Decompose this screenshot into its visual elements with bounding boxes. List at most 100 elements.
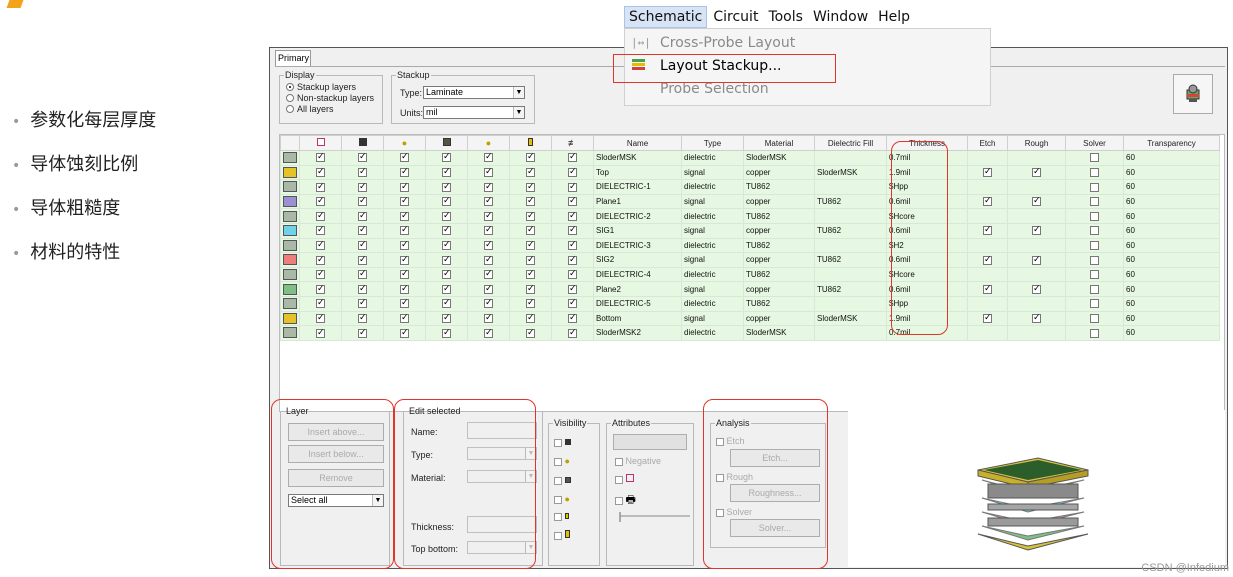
radio-stackup-layers[interactable]: Stackup layers xyxy=(286,82,382,93)
visibility-cell[interactable] xyxy=(509,150,552,166)
visibility-cell[interactable] xyxy=(551,164,594,181)
table-row[interactable]: DIELECTRIC-5dielectricTU862$Hpp60 xyxy=(280,295,1220,312)
visibility-cell[interactable] xyxy=(425,252,468,268)
solver-cell[interactable] xyxy=(1065,295,1124,312)
visibility-checkbox[interactable] xyxy=(484,181,493,192)
solver-checkbox[interactable] xyxy=(1090,284,1099,294)
name-cell[interactable]: Plane2 xyxy=(593,281,682,297)
visibility-checkbox[interactable] xyxy=(442,195,451,207)
name-cell[interactable]: Plane1 xyxy=(593,193,682,210)
column-header-dielectric-fill[interactable]: Dielectric Fill xyxy=(814,135,887,151)
solver-checkbox[interactable] xyxy=(1090,197,1099,207)
visibility-checkbox[interactable] xyxy=(400,166,409,178)
solver-cell[interactable] xyxy=(1065,150,1124,166)
dielectric-fill-cell[interactable]: TU862 xyxy=(814,193,887,210)
solver-checkbox[interactable] xyxy=(1090,314,1099,324)
rough-cell[interactable] xyxy=(1007,179,1066,195)
layer-color-cell[interactable] xyxy=(280,295,300,312)
solver-checkbox[interactable] xyxy=(1090,153,1099,163)
layer-color-cell[interactable] xyxy=(280,252,300,268)
dielectric-fill-cell[interactable] xyxy=(814,266,887,283)
visibility-checkbox[interactable] xyxy=(568,312,577,324)
visibility-cell[interactable] xyxy=(299,179,342,195)
visibility-cell[interactable] xyxy=(467,281,510,297)
etch-cell[interactable] xyxy=(967,193,1008,210)
solver-cell[interactable] xyxy=(1065,208,1124,224)
etch-cell[interactable] xyxy=(967,164,1008,181)
transparency-cell[interactable]: 60 xyxy=(1123,252,1220,268)
visibility-checkbox[interactable] xyxy=(358,166,367,178)
solver-checkbox[interactable] xyxy=(1090,328,1099,338)
visibility-checkbox[interactable] xyxy=(316,151,325,163)
visibility-cell[interactable] xyxy=(551,222,594,239)
material-cell[interactable]: TU862 xyxy=(743,295,815,312)
type-cell[interactable]: signal xyxy=(681,193,744,210)
visibility-cell[interactable] xyxy=(509,222,552,239)
visibility-cell[interactable] xyxy=(383,179,426,195)
solver-cell[interactable] xyxy=(1065,164,1124,181)
visibility-checkbox[interactable] xyxy=(568,195,577,207)
visibility-checkbox[interactable] xyxy=(526,268,535,280)
name-cell[interactable]: SloderMSK xyxy=(593,150,682,166)
rough-cell[interactable] xyxy=(1007,281,1066,297)
column-header-etch[interactable]: Etch xyxy=(967,135,1008,151)
visibility-checkbox[interactable] xyxy=(568,210,577,221)
visibility-checkbox[interactable] xyxy=(400,254,409,265)
rough-checkbox[interactable] xyxy=(1032,254,1041,265)
column-header-rough[interactable]: Rough xyxy=(1007,135,1066,151)
visibility-checkbox[interactable] xyxy=(316,254,325,265)
visibility-cell[interactable] xyxy=(341,208,384,224)
rough-checkbox[interactable] xyxy=(1032,283,1041,294)
units-select[interactable]: mil ▼ xyxy=(423,106,525,119)
type-cell[interactable]: dielectric xyxy=(681,179,744,195)
visibility-cell[interactable] xyxy=(383,193,426,210)
rough-cell[interactable] xyxy=(1007,295,1066,312)
visibility-cell[interactable] xyxy=(467,164,510,181)
visibility-checkbox[interactable] xyxy=(484,166,493,178)
visibility-checkbox[interactable] xyxy=(526,239,535,251)
column-header-icon[interactable]: ● xyxy=(467,135,510,151)
dielectric-fill-cell[interactable] xyxy=(814,208,887,224)
visibility-cell[interactable] xyxy=(341,295,384,312)
visibility-cell[interactable] xyxy=(341,281,384,297)
visibility-cell[interactable] xyxy=(341,179,384,195)
etch-cell[interactable] xyxy=(967,281,1008,297)
visibility-checkbox[interactable] xyxy=(442,297,451,309)
solver-checkbox[interactable] xyxy=(1090,168,1099,178)
table-row[interactable]: BottomsignalcopperSloderMSK1.9mil60 xyxy=(280,310,1220,327)
visibility-checkbox[interactable] xyxy=(400,195,409,207)
rough-cell[interactable] xyxy=(1007,164,1066,181)
visibility-checkbox[interactable] xyxy=(442,254,451,265)
visibility-cell[interactable] xyxy=(341,252,384,268)
visibility-cell[interactable] xyxy=(425,164,468,181)
material-cell[interactable]: copper xyxy=(743,281,815,297)
table-row[interactable]: TopsignalcopperSloderMSK1.9mil60 xyxy=(280,164,1220,181)
visibility-pad-toggle[interactable] xyxy=(554,475,571,485)
rough-checkbox[interactable] xyxy=(1032,166,1041,178)
visibility-via-toggle[interactable]: ● xyxy=(554,456,570,466)
solver-cell[interactable] xyxy=(1065,325,1124,341)
visibility-cell[interactable] xyxy=(467,222,510,239)
visibility-cell[interactable] xyxy=(425,222,468,239)
visibility-cell[interactable] xyxy=(383,310,426,327)
visibility-cell[interactable] xyxy=(341,310,384,327)
attributes-button[interactable] xyxy=(613,434,687,450)
etch-cell[interactable] xyxy=(967,222,1008,239)
rough-checkbox[interactable] xyxy=(1032,224,1041,236)
etch-cell[interactable] xyxy=(967,237,1008,254)
visibility-checkbox[interactable] xyxy=(400,312,409,324)
transparency-cell[interactable]: 60 xyxy=(1123,150,1220,166)
visibility-cell[interactable] xyxy=(551,310,594,327)
layer-color-checkbox[interactable] xyxy=(615,474,634,484)
transparency-cell[interactable]: 60 xyxy=(1123,266,1220,283)
visibility-cell[interactable] xyxy=(299,208,342,224)
visibility-cell[interactable] xyxy=(467,266,510,283)
visibility-checkbox[interactable] xyxy=(400,239,409,251)
radio-non-stackup-layers[interactable]: Non-stackup layers xyxy=(286,93,382,104)
transparency-cell[interactable]: 60 xyxy=(1123,295,1220,312)
visibility-checkbox[interactable] xyxy=(526,327,535,338)
visibility-cell[interactable] xyxy=(425,179,468,195)
rough-checkbox[interactable] xyxy=(1032,195,1041,207)
etch-cell[interactable] xyxy=(967,310,1008,327)
visibility-checkbox[interactable] xyxy=(568,297,577,309)
